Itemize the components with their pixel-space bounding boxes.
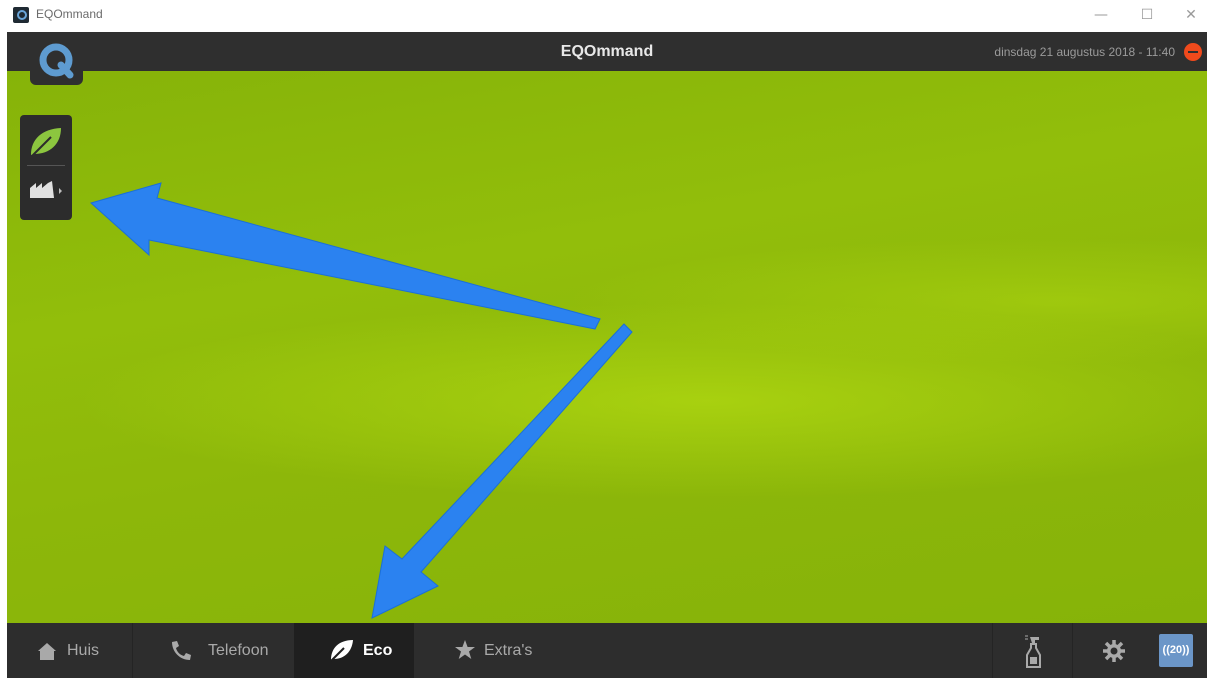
spray-bottle-icon	[1025, 635, 1041, 668]
home-icon	[38, 643, 56, 660]
side-leaf-button[interactable]	[20, 119, 72, 167]
maximize-button[interactable]: ☐	[1127, 3, 1167, 27]
datetime: dinsdag 21 augustus 2018 - 11:40	[994, 45, 1175, 59]
tab-telefoon[interactable]: Telefoon	[132, 623, 294, 678]
desktop-background	[7, 71, 1207, 623]
factory-icon	[30, 181, 62, 198]
window-title: EQOmmand	[36, 7, 103, 21]
side-factory-button[interactable]	[20, 168, 72, 216]
tab-huis-label: Huis	[67, 642, 100, 659]
phone-icon	[172, 641, 191, 660]
tab-extras-label: Extra's	[484, 642, 533, 659]
tab-eco[interactable]: Eco	[294, 623, 414, 678]
stop-button[interactable]	[1184, 43, 1202, 61]
leaf-icon	[30, 128, 61, 158]
settings-button[interactable]	[1072, 623, 1152, 678]
tab-telefoon-label: Telefoon	[208, 642, 269, 659]
star-icon	[455, 640, 475, 659]
side-panel	[20, 115, 72, 220]
top-bar: EQOmmand dinsdag 21 augustus 2018 - 11:4…	[7, 32, 1207, 71]
close-button[interactable]: ✕	[1171, 3, 1211, 27]
app-icon	[13, 7, 29, 23]
q-logo-icon	[39, 43, 74, 79]
window-titlebar: EQOmmand — ☐ ✕	[0, 0, 1213, 30]
tab-eco-label: Eco	[363, 642, 393, 659]
tab-huis[interactable]: Huis	[7, 623, 132, 678]
bottom-nav: Huis Telefoon Eco Extra's ((20))	[7, 623, 1207, 678]
connection-badge[interactable]: ((20))	[1159, 634, 1193, 667]
spray-bottle-button[interactable]	[992, 623, 1072, 678]
app-window: EQOmmand dinsdag 21 augustus 2018 - 11:4…	[7, 32, 1207, 678]
gear-icon	[1103, 640, 1125, 662]
eqommand-logo[interactable]	[30, 32, 83, 85]
leaf-icon	[330, 640, 353, 662]
tab-extras[interactable]: Extra's	[414, 623, 564, 678]
side-divider	[27, 165, 65, 166]
minimize-button[interactable]: —	[1081, 3, 1121, 27]
